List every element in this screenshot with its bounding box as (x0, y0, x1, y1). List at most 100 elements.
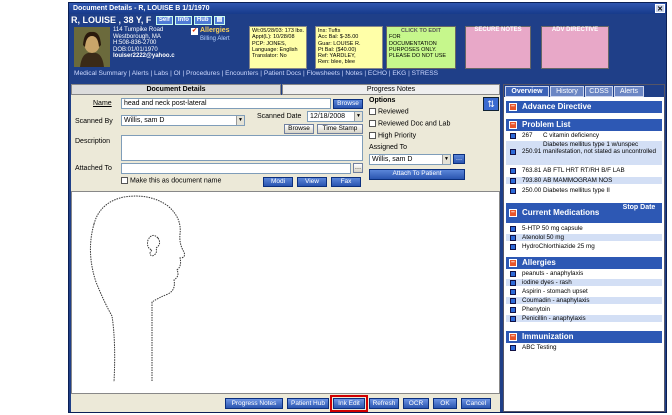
modi-button[interactable]: Modi (263, 177, 293, 187)
list-item[interactable]: Coumadin - anaphylaxis (506, 297, 662, 304)
advance-directive-header[interactable]: – Advance Directive (506, 101, 662, 113)
ocr-button[interactable]: OCR (403, 398, 429, 409)
vitals-box[interactable]: Wt:05/28/03: 173 lbs. Appt(L): 10/28/08 … (249, 26, 307, 69)
plus-icon[interactable] (510, 244, 516, 250)
ink-edit-button[interactable]: Ink Edit (333, 398, 365, 409)
problem-list-header[interactable]: – Problem List (506, 119, 662, 131)
collapse-icon[interactable]: – (509, 333, 517, 341)
reviewed-doc-lab-checkbox[interactable] (369, 120, 376, 127)
assign-lookup-button[interactable]: … (453, 154, 465, 164)
allergies-header[interactable]: – Allergies (506, 257, 662, 269)
collapse-icon[interactable]: – (509, 209, 517, 217)
list-item[interactable]: 763.81 AB FTL HRT RT/RH B/F LAB (506, 167, 662, 174)
high-priority-checkbox[interactable] (369, 132, 376, 139)
reviewed-doc-lab-option[interactable]: Reviewed Doc and Lab (369, 120, 450, 127)
secure-notes-box[interactable]: SECURE NOTES (465, 26, 531, 69)
list-item[interactable]: peanuts - anaphylaxis (506, 270, 662, 277)
attach-lookup-button[interactable]: … (353, 163, 363, 173)
billing-alert[interactable]: Billing Alert (200, 35, 230, 43)
plus-icon[interactable] (510, 168, 516, 174)
plus-icon[interactable] (510, 316, 516, 322)
plus-icon[interactable] (510, 271, 516, 277)
reviewed-checkbox[interactable] (369, 108, 376, 115)
tab-overview[interactable]: Overview (505, 86, 549, 97)
allergies-alert[interactable]: ✔ Allergies Billing Alert (191, 27, 230, 43)
plus-icon[interactable] (510, 178, 516, 184)
list-item[interactable]: 250.91Diabetes mellitus type 1 w/unspec … (506, 141, 662, 165)
close-icon[interactable]: ✕ (655, 4, 665, 13)
list-item[interactable]: Atenolol 50 mg (506, 234, 662, 241)
current-meds-header[interactable]: – Current Medications Stop Date (506, 203, 662, 223)
plus-icon[interactable] (510, 235, 516, 241)
attached-to-label: Attached To (75, 165, 112, 172)
fax-button[interactable]: Fax (331, 177, 361, 187)
patient-name: R, LOUISE , 38 Y, F (71, 15, 152, 25)
tab-document-details[interactable]: Document Details (71, 84, 281, 95)
tab-history[interactable]: History (550, 86, 584, 97)
high-priority-option[interactable]: High Priority (369, 132, 416, 139)
cancel-button[interactable]: Cancel (461, 398, 491, 409)
plus-icon[interactable] (510, 133, 516, 139)
list-item[interactable]: Phenytoin (506, 306, 662, 313)
plus-icon[interactable] (510, 345, 516, 351)
notes-sticky[interactable]: CLICK TO EDIT FOR DOCUMENTATION PURPOSES… (386, 26, 456, 69)
plus-icon[interactable] (510, 289, 516, 295)
name-input[interactable]: head and neck post-lateral (121, 98, 331, 109)
info-badge[interactable]: Info (174, 16, 192, 26)
plus-icon[interactable] (510, 149, 516, 155)
list-item[interactable]: 250.00 Diabetes mellitus type II (506, 187, 662, 194)
plus-icon[interactable] (510, 280, 516, 286)
make-doc-name-option[interactable]: Make this as document name (121, 177, 221, 184)
attached-to-input[interactable] (121, 163, 351, 174)
card-icon[interactable]: ▤ (213, 16, 226, 26)
collapse-icon[interactable]: – (509, 259, 517, 267)
time-stamp-button[interactable]: Time Stamp (317, 124, 363, 134)
list-item[interactable]: Aspirin - stomach upset (506, 288, 662, 295)
make-doc-name-checkbox[interactable] (121, 177, 128, 184)
bottom-toolbar: Progress Notes Patient Hub Ink Edit Refr… (71, 394, 500, 412)
patient-address: 114 Turnpike Road Westborough, MA H:508-… (113, 27, 175, 60)
ok-button[interactable]: OK (433, 398, 457, 409)
assigned-to-select[interactable]: Willis, sam D (369, 154, 451, 165)
list-item[interactable]: 5-HTP 50 mg capsule (506, 225, 662, 232)
chevron-down-icon[interactable]: ▼ (236, 116, 244, 125)
hub-badge[interactable]: Hub (193, 16, 212, 26)
chevron-down-icon[interactable]: ▼ (442, 155, 450, 164)
ink-canvas[interactable] (71, 191, 500, 394)
view-button[interactable]: View (297, 177, 327, 187)
collapse-icon[interactable]: – (509, 121, 517, 129)
list-item[interactable]: HydroChlorthiazide 25 mg (506, 243, 662, 250)
browse-button[interactable]: Browse (333, 99, 363, 109)
right-tabs: Overview History CDSS Alerts (504, 85, 664, 97)
list-item[interactable]: 793.80 AB MAMMOGRAM NOS (506, 177, 662, 184)
sort-arrows-icon[interactable]: ⇅ (483, 97, 499, 111)
adv-directive-box[interactable]: ADV DIRECTIVE (541, 26, 609, 69)
tab-alerts[interactable]: Alerts (614, 86, 644, 97)
list-item[interactable]: Penicillin - anaphylaxis (506, 315, 662, 322)
progress-notes-button[interactable]: Progress Notes (225, 398, 283, 409)
scanned-by-select[interactable]: Willis, sam D (121, 115, 245, 126)
plus-icon[interactable] (510, 307, 516, 313)
browse-date-button[interactable]: Browse (284, 124, 314, 134)
refresh-button[interactable]: Refresh (369, 398, 399, 409)
immunization-label: Immunization (522, 332, 574, 341)
self-badge[interactable]: Self (155, 16, 173, 26)
nav-menu[interactable]: Medical Summary | Alerts | Labs | OI | P… (74, 70, 438, 77)
collapse-icon[interactable]: – (509, 103, 517, 111)
plus-icon[interactable] (510, 298, 516, 304)
reviewed-option[interactable]: Reviewed (369, 108, 409, 115)
tab-progress-notes[interactable]: Progress Notes (282, 84, 500, 95)
plus-icon[interactable] (510, 226, 516, 232)
immunization-header[interactable]: – Immunization (506, 331, 662, 343)
description-textarea[interactable] (121, 135, 363, 161)
list-item[interactable]: ABC Testing (506, 344, 662, 351)
list-item[interactable]: 267 C vitamin deficiency (506, 132, 662, 139)
list-item[interactable]: iodine dyes - rash (506, 279, 662, 286)
patient-hub-button[interactable]: Patient Hub (287, 398, 329, 409)
attach-to-patient-button[interactable]: Attach To Patient (369, 169, 465, 180)
plus-icon[interactable] (510, 188, 516, 194)
insurance-box[interactable]: Ins: Tufts Acc Bal: $-35.00 Guar: LOUISE… (315, 26, 383, 69)
calendar-dropdown-icon[interactable]: ▼ (354, 112, 362, 121)
patient-photo (74, 27, 110, 67)
tab-cdss[interactable]: CDSS (585, 86, 613, 97)
